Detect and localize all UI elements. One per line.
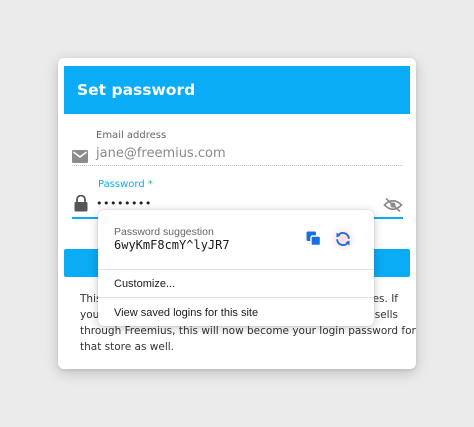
password-label: Password * bbox=[98, 179, 153, 190]
lock-icon bbox=[74, 194, 88, 216]
required-mark: * bbox=[147, 179, 153, 190]
email-field[interactable]: jane@freemius.com bbox=[72, 146, 403, 166]
email-value[interactable]: jane@freemius.com bbox=[96, 146, 226, 161]
eye-slash-icon[interactable] bbox=[383, 197, 403, 217]
email-label: Email address bbox=[96, 130, 167, 141]
popup-divider bbox=[98, 297, 374, 298]
copy-icon[interactable] bbox=[306, 231, 322, 251]
info-line-4: that store as well. bbox=[80, 341, 175, 353]
info-line-2-end: sells bbox=[374, 309, 398, 321]
popup-divider bbox=[98, 269, 374, 270]
password-label-text: Password bbox=[98, 179, 145, 190]
info-line-1-end: es. If bbox=[372, 293, 398, 305]
envelope-icon bbox=[72, 148, 88, 167]
password-value[interactable]: •••••••• bbox=[96, 197, 152, 210]
refresh-icon[interactable] bbox=[329, 225, 357, 253]
card-title: Set password bbox=[64, 66, 410, 114]
view-saved-logins-menu-item[interactable]: View saved logins for this site bbox=[114, 307, 258, 319]
password-suggestion-popup: Password suggestion 6wyKmF8cmY^lyJR7 Cus… bbox=[98, 210, 374, 326]
suggested-password[interactable]: 6wyKmF8cmY^lyJR7 bbox=[114, 238, 230, 252]
suggestion-label: Password suggestion bbox=[114, 226, 214, 238]
customize-menu-item[interactable]: Customize... bbox=[114, 278, 175, 290]
